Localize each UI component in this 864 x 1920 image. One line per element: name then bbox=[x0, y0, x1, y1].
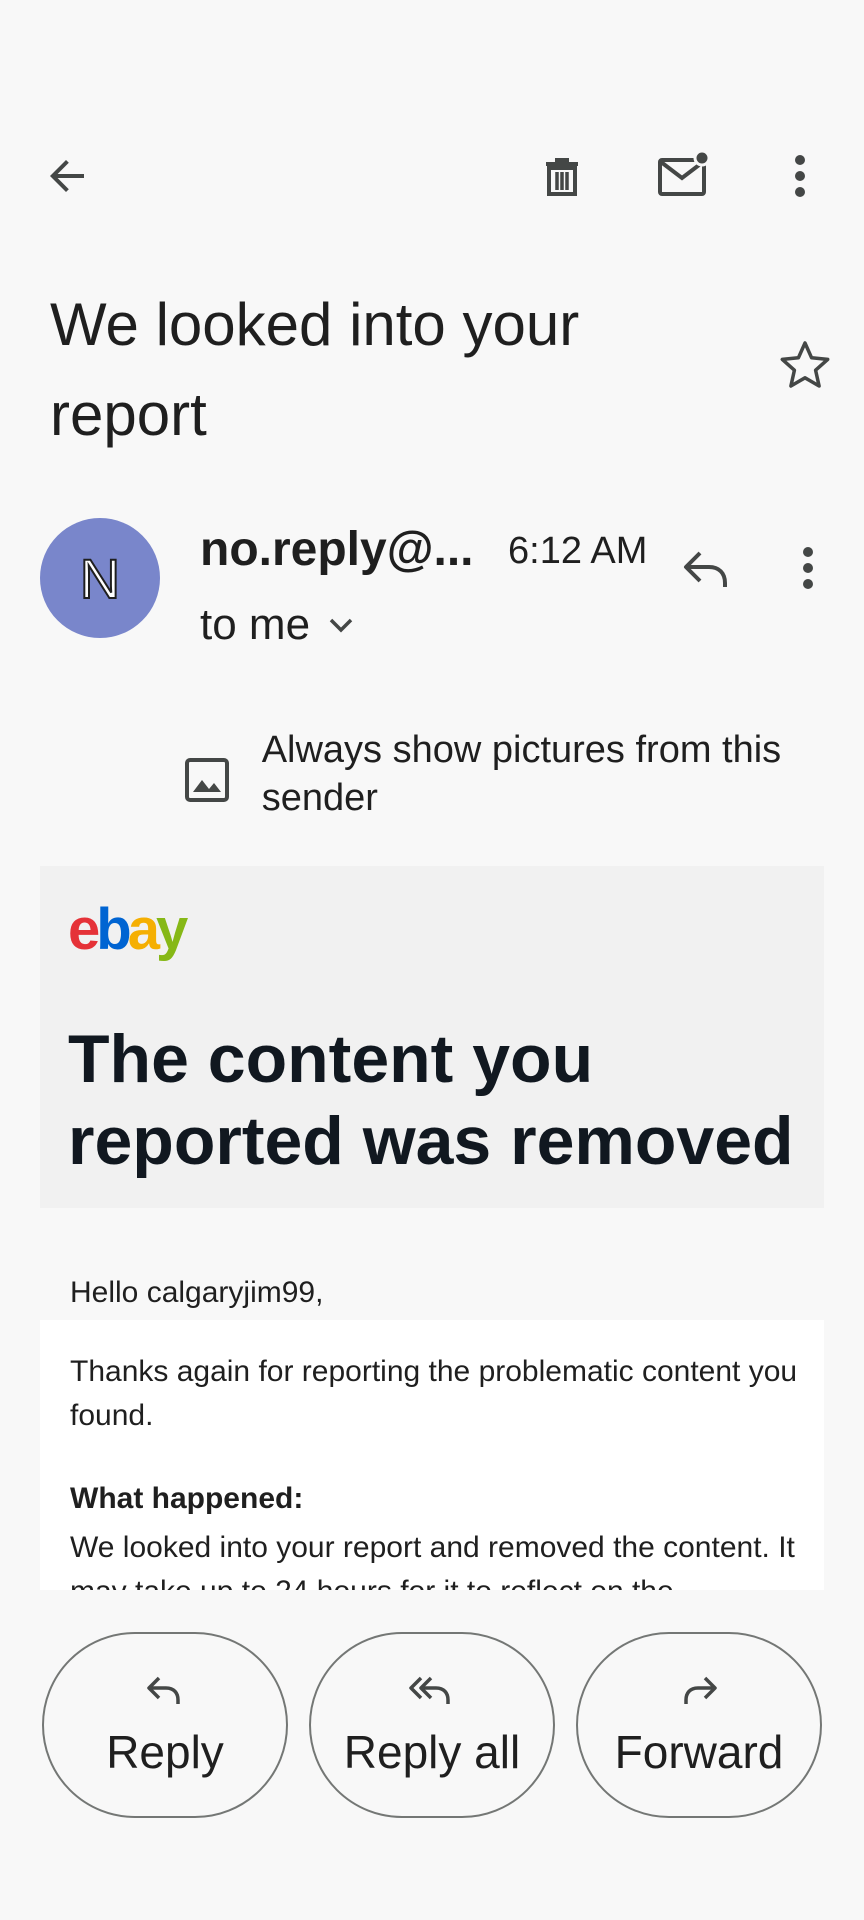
trash-icon bbox=[546, 158, 578, 196]
show-pictures-notice[interactable]: Always show pictures from this sender bbox=[180, 726, 840, 822]
reply-icon bbox=[684, 551, 727, 587]
image-icon bbox=[180, 750, 234, 810]
recipient-details[interactable]: to me bbox=[200, 600, 354, 650]
reply-all-button[interactable]: Reply all bbox=[309, 1632, 555, 1818]
forward-button[interactable]: Forward bbox=[576, 1632, 822, 1818]
reply-button[interactable]: Reply bbox=[42, 1632, 288, 1818]
forward-icon bbox=[679, 1671, 719, 1711]
email-screen: We looked into your report N no.reply@..… bbox=[0, 0, 864, 1920]
reply-all-label: Reply all bbox=[343, 1726, 521, 1778]
email-headline: The content you reported was removed bbox=[68, 1021, 794, 1179]
email-greeting: Hello calgaryjim99, bbox=[70, 1276, 324, 1309]
arrow-back-icon bbox=[50, 160, 84, 192]
top-toolbar bbox=[0, 140, 864, 212]
more-vert-icon bbox=[803, 547, 813, 589]
more-options-button[interactable] bbox=[764, 140, 836, 212]
delete-button[interactable] bbox=[526, 140, 598, 212]
email-subject: We looked into your report bbox=[50, 291, 580, 448]
email-body-card: Thanks again for reporting the problemat… bbox=[40, 1320, 824, 1590]
reply-label: Reply bbox=[106, 1726, 224, 1778]
reply-all-icon bbox=[409, 1671, 455, 1711]
section-title: What happened: bbox=[70, 1482, 304, 1515]
message-time: 6:12 AM bbox=[508, 530, 648, 572]
ebay-logo: ebay bbox=[68, 897, 188, 962]
chevron-down-icon bbox=[328, 616, 354, 634]
email-intro: Thanks again for reporting the problemat… bbox=[70, 1355, 798, 1432]
star-button[interactable] bbox=[770, 330, 840, 400]
section-text: We looked into your report and removed t… bbox=[70, 1531, 795, 1590]
avatar-initial: N bbox=[79, 546, 121, 611]
star-icon bbox=[780, 341, 830, 388]
mark-unread-button[interactable] bbox=[648, 140, 720, 212]
email-banner: ebay The content you reported was remove… bbox=[40, 866, 824, 1208]
more-vert-icon bbox=[795, 155, 805, 197]
forward-label: Forward bbox=[614, 1726, 784, 1778]
back-button[interactable] bbox=[32, 140, 104, 212]
message-more-button[interactable] bbox=[772, 532, 844, 604]
quick-reply-button[interactable] bbox=[670, 533, 742, 605]
show-pictures-text: Always show pictures from this sender bbox=[261, 729, 782, 819]
recipient-label: to me bbox=[200, 600, 311, 649]
reply-icon bbox=[145, 1671, 185, 1711]
mail-unread-icon bbox=[658, 150, 711, 196]
sender-avatar[interactable]: N bbox=[40, 518, 160, 638]
sender-name[interactable]: no.reply@... bbox=[200, 522, 474, 577]
